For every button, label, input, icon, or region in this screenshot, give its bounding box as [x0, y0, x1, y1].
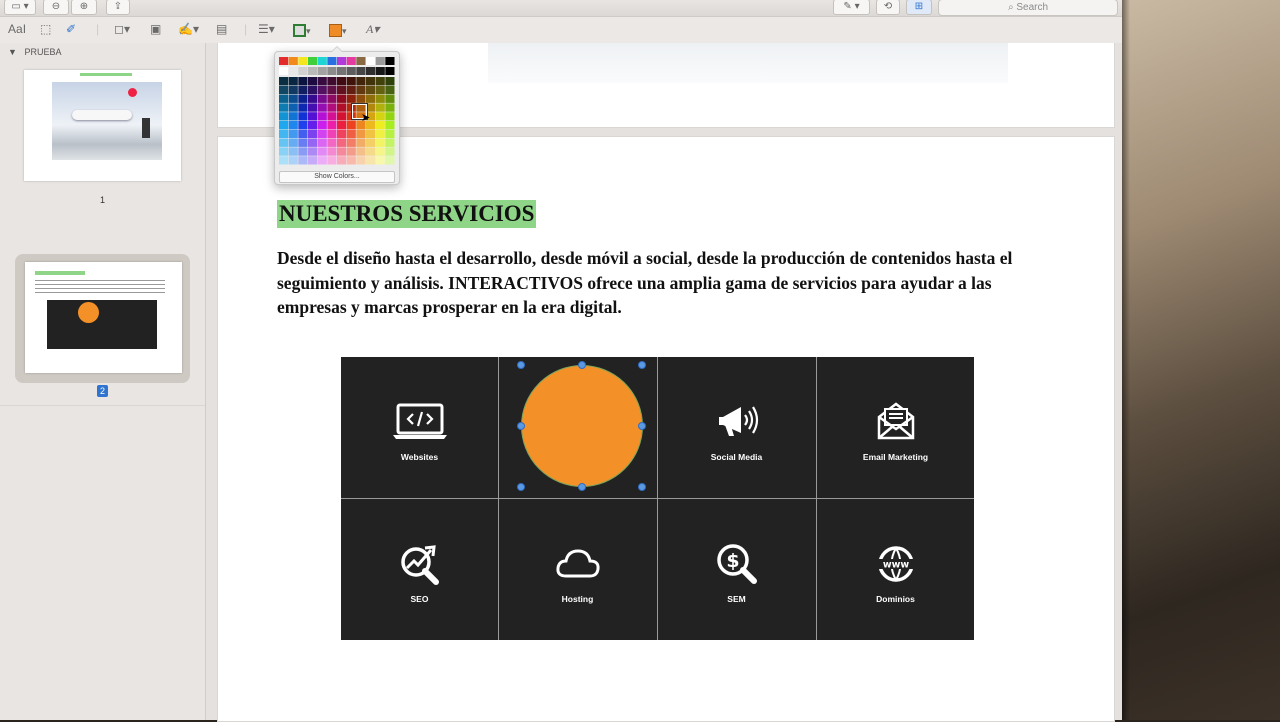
share-icon: ⇪	[113, 1, 123, 12]
font-style-icon[interactable]: A▾	[366, 22, 379, 36]
selection-handle[interactable]	[517, 361, 525, 369]
selection-handle[interactable]	[517, 483, 525, 491]
selection-handle[interactable]	[638, 361, 646, 369]
search-input[interactable]: ⌕ Search	[938, 0, 1118, 16]
zoom-out-button[interactable]: ⊖	[43, 0, 69, 15]
window-toolbar: ▭ ▾ ⊖ ⊕ ⇪ ✎ ▾ ⟲ ⊞ ⌕ Search	[0, 0, 1122, 17]
show-colors-button[interactable]: Show Colors...	[279, 171, 395, 183]
markup-toolbar: AaI ⬚ ✐ | ◻▾ ▣ ✍▾ ▤ | ☰▾ ▾ ▾ A▾	[0, 17, 1122, 44]
toolbox-icon: ⊞	[914, 1, 924, 12]
service-label: Email Marketing	[862, 452, 929, 462]
signature-icon[interactable]: ✍▾	[178, 22, 199, 36]
fill-color-swatch	[329, 24, 342, 38]
color-palette-grid[interactable]	[279, 57, 395, 165]
page-thumbnails-sidebar: ▼ PRUEBA 1 2	[0, 43, 206, 720]
pages-window: ▭ ▾ ⊖ ⊕ ⇪ ✎ ▾ ⟲ ⊞ ⌕ Search AaI ⬚ ✐ | ◻▾ …	[0, 0, 1122, 722]
service-cell-sem[interactable]: $ SEM	[658, 499, 815, 639]
selection-handle[interactable]	[578, 361, 586, 369]
sidebar-header[interactable]: ▼ PRUEBA	[8, 47, 61, 57]
service-cell-websites[interactable]: Websites	[341, 357, 498, 497]
service-label: Websites	[400, 452, 439, 462]
thumb-image	[52, 82, 162, 160]
note-icon[interactable]: ▤	[216, 22, 227, 36]
orange-circle-shape[interactable]	[521, 365, 643, 487]
zoom-out-icon: ⊖	[51, 1, 61, 12]
shapes-icon[interactable]: ◻▾	[114, 22, 130, 36]
text-style-button[interactable]: AaI	[8, 22, 26, 36]
page-number-1: 1	[100, 195, 106, 205]
envelope-icon	[877, 402, 914, 440]
dollar-search-icon: $	[716, 544, 757, 584]
pen-icon: ✎ ▾	[843, 1, 860, 12]
service-cell-seo[interactable]: SEO	[341, 499, 498, 639]
zoom-in-button[interactable]: ⊕	[71, 0, 97, 15]
selection-handle[interactable]	[638, 483, 646, 491]
rotate-icon: ⟲	[883, 1, 893, 12]
page1-image-fade	[488, 43, 1008, 83]
page-thumbnail-1[interactable]	[24, 70, 181, 181]
sidebar-icon: ▭ ▾	[11, 1, 29, 12]
fill-color-button[interactable]: ▾	[329, 23, 347, 38]
markup-button[interactable]: ✎ ▾	[833, 0, 870, 15]
sidebar-toggle-button[interactable]: ▭ ▾	[4, 0, 36, 15]
text-cursor-icon: I	[22, 22, 27, 36]
service-label: SEM	[727, 594, 746, 604]
color-picker-popover: Show Colors...	[274, 46, 400, 185]
line-style-icon[interactable]: ☰▾	[258, 22, 275, 36]
service-cell-dominios[interactable]: www Dominios	[817, 499, 974, 639]
selection-handle[interactable]	[517, 422, 525, 430]
laptop-code-icon	[392, 403, 447, 439]
service-cell-email-marketing[interactable]: Email Marketing	[817, 357, 974, 497]
divider: |	[244, 22, 248, 36]
share-button[interactable]: ⇪	[106, 0, 130, 15]
airplane-shape	[72, 110, 132, 120]
page-number-2: 2	[97, 385, 108, 397]
text-box-icon[interactable]: ▣	[150, 22, 161, 36]
sidebar-divider	[0, 405, 205, 406]
selection-handle[interactable]	[638, 422, 646, 430]
toolbox-button[interactable]: ⊞	[906, 0, 932, 15]
thumb-text	[35, 279, 165, 293]
service-label: SEO	[410, 594, 429, 604]
border-color-swatch	[293, 24, 306, 38]
divider: |	[96, 22, 100, 36]
cloud-icon	[555, 549, 600, 578]
service-label: Hosting	[561, 594, 594, 604]
section-heading[interactable]: NUESTROS SERVICIOS	[277, 200, 537, 228]
selection-handle[interactable]	[578, 483, 586, 491]
thumb-heading-bar	[80, 73, 132, 76]
zoom-in-icon: ⊕	[79, 1, 89, 12]
intro-paragraph[interactable]: Desde el diseño hasta el desarrollo, des…	[277, 246, 1037, 320]
chevron-down-icon: ▾	[342, 26, 347, 36]
chevron-down-icon: ▾	[306, 26, 311, 36]
thumb-grid	[47, 300, 157, 349]
disclosure-triangle-icon: ▼	[8, 47, 17, 57]
search-placeholder: Search	[1016, 2, 1049, 13]
service-label: Dominios	[876, 594, 915, 604]
mouse-pointer-icon: ➤	[361, 112, 371, 124]
border-color-button[interactable]: ▾	[293, 23, 311, 38]
rotate-button[interactable]: ⟲	[876, 0, 900, 15]
services-grid[interactable]: Websites Social Media Email Marketing SE…	[341, 357, 974, 640]
megaphone-icon	[718, 406, 758, 436]
document-title: PRUEBA	[24, 47, 62, 57]
rect-select-icon[interactable]: ⬚	[40, 22, 51, 36]
people-shape	[142, 118, 150, 138]
thumb-heading	[35, 271, 85, 275]
service-cell-social-media[interactable]: Social Media	[658, 357, 815, 497]
www-globe-icon: www	[877, 546, 914, 583]
page-thumbnail-2[interactable]	[25, 262, 182, 373]
svg-text:$: $	[726, 550, 739, 572]
service-label: Social Media	[710, 452, 763, 462]
thumb-circle	[78, 302, 99, 323]
seo-magnifier-chart-icon	[400, 545, 439, 585]
sketch-icon[interactable]: ✐	[66, 22, 76, 36]
svg-text:www: www	[882, 560, 909, 571]
service-cell-hosting[interactable]: Hosting	[499, 499, 656, 639]
text-style-label: Aa	[8, 22, 23, 36]
logo-dot	[128, 88, 137, 97]
desktop-background	[1122, 0, 1280, 720]
